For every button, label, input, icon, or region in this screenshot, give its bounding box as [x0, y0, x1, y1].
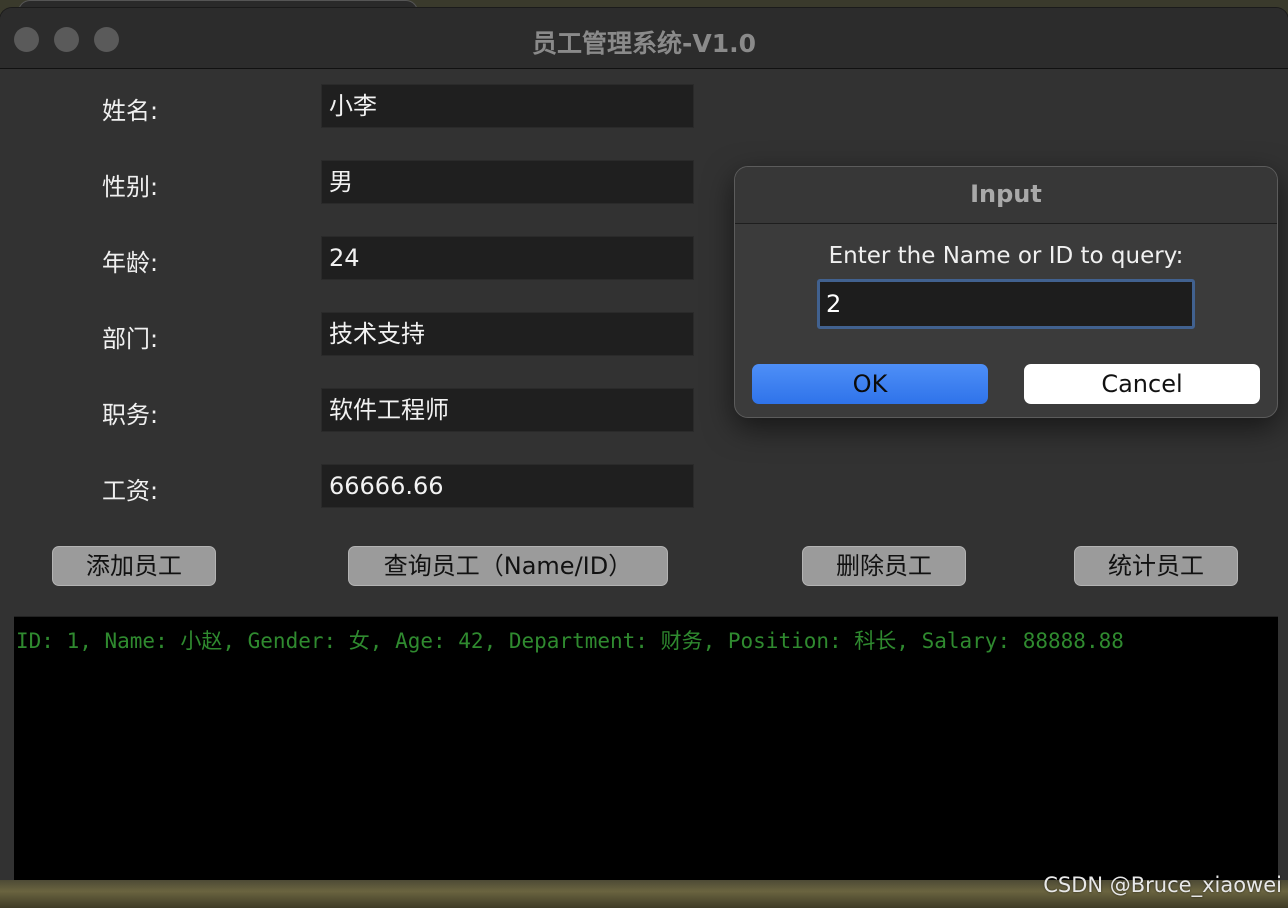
add-employee-button[interactable]: 添加员工: [52, 546, 216, 586]
dialog-prompt: Enter the Name or ID to query:: [828, 243, 1184, 269]
query-input[interactable]: [817, 279, 1195, 329]
output-console[interactable]: ID: 1, Name: 小赵, Gender: 女, Age: 42, Dep…: [14, 616, 1278, 881]
gender-label: 性别:: [102, 173, 159, 201]
age-input[interactable]: 24: [321, 236, 694, 280]
delete-employee-button[interactable]: 删除员工: [802, 546, 966, 586]
ok-button[interactable]: OK: [752, 364, 988, 404]
stats-employee-button[interactable]: 统计员工: [1074, 546, 1238, 586]
cancel-button[interactable]: Cancel: [1024, 364, 1260, 404]
main-window: 员工管理系统-V1.0 姓名: 小李 性别: 男 年龄: 24 部门: 技术支持…: [0, 8, 1288, 894]
input-dialog: Input Enter the Name or ID to query: OK …: [734, 166, 1278, 418]
query-employee-button[interactable]: 查询员工（Name/ID）: [348, 546, 668, 586]
gender-input[interactable]: 男: [321, 160, 694, 204]
position-label: 职务:: [102, 401, 159, 429]
console-line: ID: 1, Name: 小赵, Gender: 女, Age: 42, Dep…: [16, 629, 1124, 653]
watermark: CSDN @Bruce_xiaowei: [1043, 873, 1282, 897]
title-bar[interactable]: 员工管理系统-V1.0: [0, 8, 1288, 69]
name-label: 姓名:: [102, 97, 159, 125]
dialog-title-bar[interactable]: Input: [735, 167, 1277, 224]
salary-label: 工资:: [102, 477, 159, 505]
window-title: 员工管理系统-V1.0: [531, 29, 756, 58]
name-input[interactable]: 小李: [321, 84, 694, 128]
age-label: 年龄:: [102, 249, 159, 277]
dialog-title: Input: [970, 180, 1042, 208]
position-input[interactable]: 软件工程师: [321, 388, 694, 432]
department-input[interactable]: 技术支持: [321, 312, 694, 356]
department-label: 部门:: [102, 325, 159, 353]
salary-input[interactable]: 66666.66: [321, 464, 694, 508]
